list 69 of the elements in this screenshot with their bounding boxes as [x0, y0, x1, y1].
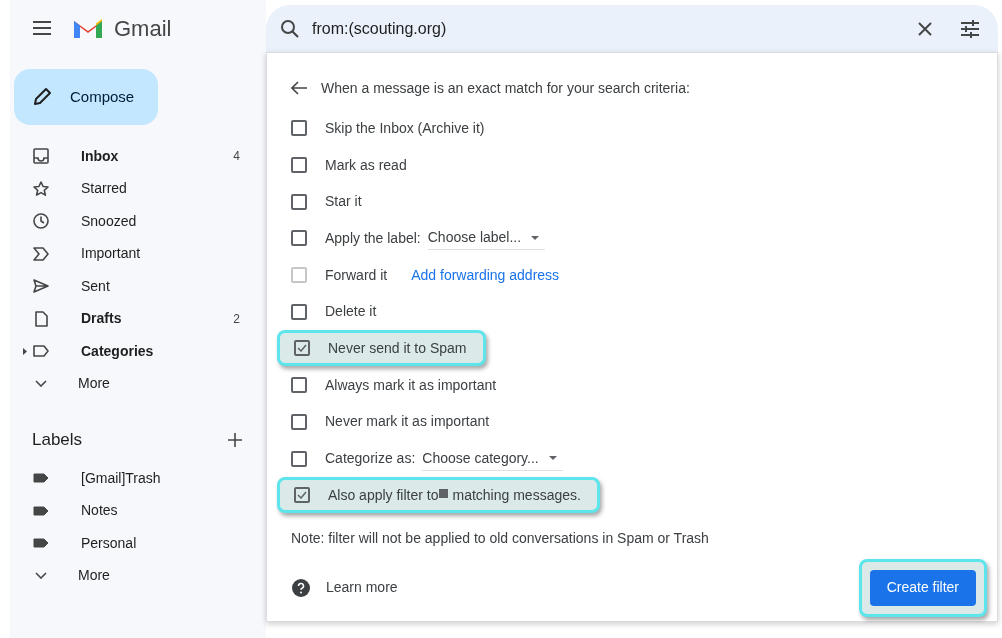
sidebar-item[interactable]: More: [10, 559, 266, 592]
option-label: Mark as read: [325, 155, 407, 175]
checkbox[interactable]: [291, 303, 307, 320]
mail-logo-icon: [72, 16, 104, 40]
redaction-mark: [438, 489, 448, 499]
menu-icon[interactable]: [32, 21, 52, 35]
sidebar-item[interactable]: Drafts 2: [10, 302, 266, 335]
sidebar-item[interactable]: Sent: [10, 270, 266, 303]
option-label: Delete it: [325, 302, 377, 322]
option-label: Apply the label:: [325, 228, 421, 248]
checkbox[interactable]: [291, 450, 307, 467]
dropdown[interactable]: Choose label...: [427, 226, 546, 251]
create-filter-button[interactable]: Create filter: [869, 569, 976, 606]
checkmark-icon: [297, 344, 307, 353]
caret-icon: [531, 235, 540, 240]
close-icon[interactable]: [918, 21, 932, 36]
caret-icon: [548, 456, 557, 461]
back-arrow-icon[interactable]: [291, 81, 307, 95]
sidebar-item[interactable]: Personal: [10, 527, 266, 560]
checkbox[interactable]: [291, 157, 307, 174]
important-icon: [32, 244, 50, 263]
option-label: matching messages.: [452, 485, 581, 505]
sidebar-item[interactable]: Snoozed: [10, 205, 266, 238]
checkbox[interactable]: [291, 377, 307, 394]
dialog-heading: When a message is an exact match for your search criteria:: [321, 78, 690, 98]
note-text: Note: filter will not be applied to old conversations in Spam or Trash: [291, 528, 710, 548]
option-label: Forward it: [325, 265, 388, 285]
learn-more-link[interactable]: Learn more: [326, 577, 398, 599]
labels-heading: Labels: [32, 429, 83, 452]
sidebar-item[interactable]: Starred: [10, 172, 266, 205]
checkbox[interactable]: [294, 487, 310, 504]
dropdown[interactable]: Choose category...: [422, 446, 563, 471]
option-label: Categorize as:: [325, 449, 416, 469]
sidebar-item[interactable]: More: [10, 367, 266, 400]
option-label: Star it: [325, 192, 362, 212]
sidebar-item[interactable]: Categories: [10, 335, 266, 368]
option-label: Never send it to Spam: [328, 338, 467, 358]
option-label: Never mark it as important: [325, 412, 490, 432]
search-icon[interactable]: [280, 18, 300, 39]
option-label: Always mark it as important: [325, 375, 497, 395]
help-icon[interactable]: [292, 578, 310, 597]
pencil-icon: [32, 87, 52, 107]
add-icon[interactable]: [228, 433, 242, 447]
app-name: Gmail: [114, 14, 172, 43]
checkbox[interactable]: [291, 193, 307, 210]
sidebar-item[interactable]: Notes: [10, 494, 266, 527]
clock-icon: [32, 212, 50, 231]
inbox-icon: [32, 147, 50, 166]
checkbox[interactable]: [291, 120, 307, 137]
unread-count: 4: [233, 148, 240, 166]
sidebar-item[interactable]: [Gmail]Trash: [10, 462, 266, 495]
unread-count: 2: [233, 310, 240, 328]
option-label: Also apply filter to: [328, 485, 439, 505]
checkbox[interactable]: [291, 230, 307, 247]
send-icon: [32, 277, 50, 296]
expand-arrow-icon[interactable]: [23, 348, 27, 355]
star-icon: [32, 179, 50, 198]
option-label: Skip the Inbox (Archive it): [325, 118, 485, 138]
document-icon: [32, 309, 50, 328]
settings-sliders-icon[interactable]: [960, 19, 980, 38]
chevron-down-icon: [35, 572, 47, 580]
sidebar-item[interactable]: Inbox 4: [10, 140, 266, 173]
sidebar-item[interactable]: Important: [10, 237, 266, 270]
checkbox[interactable]: [294, 340, 310, 357]
checkmark-icon: [297, 491, 307, 500]
search-field[interactable]: from:(scouting.org): [266, 5, 998, 52]
compose-button[interactable]: Compose: [14, 69, 158, 125]
chevron-down-icon: [35, 380, 47, 388]
checkbox[interactable]: [291, 413, 307, 430]
